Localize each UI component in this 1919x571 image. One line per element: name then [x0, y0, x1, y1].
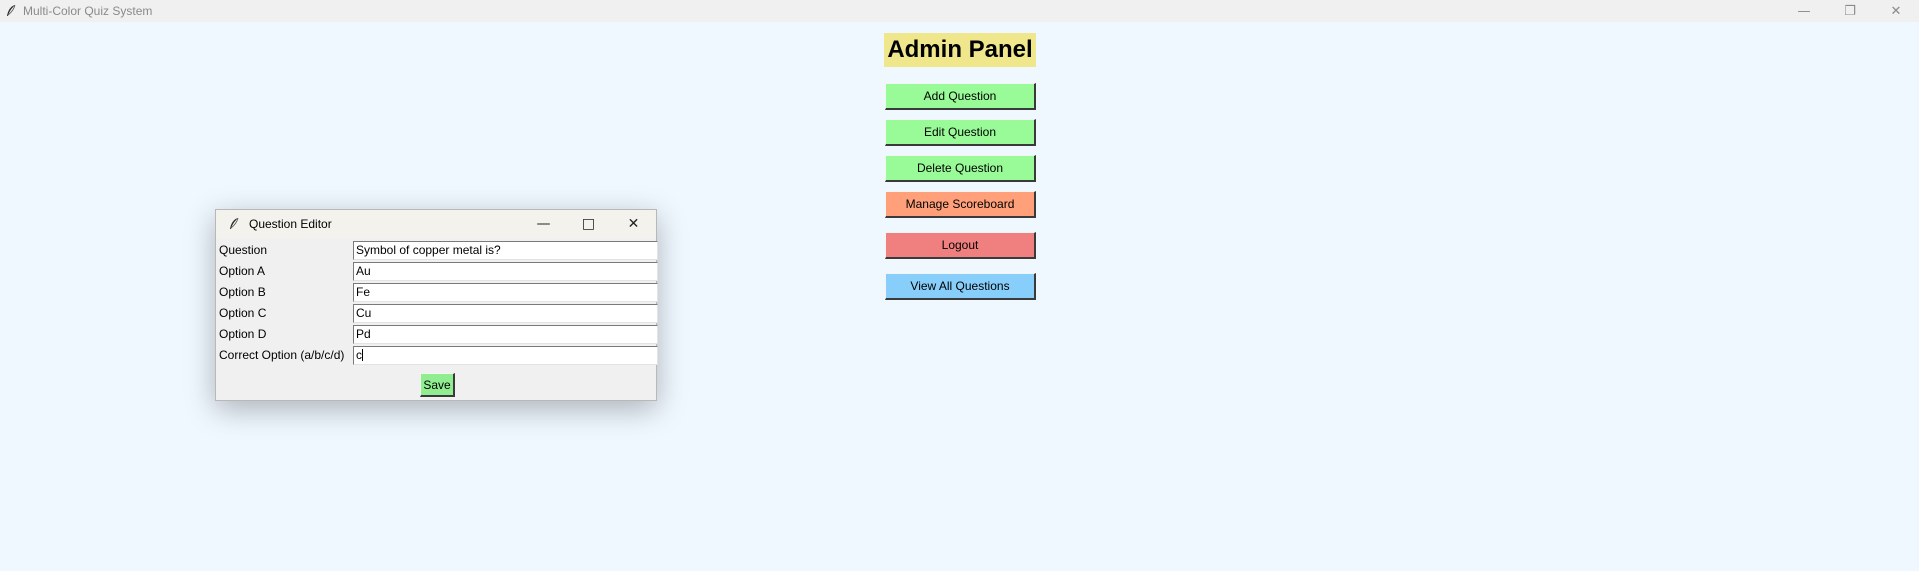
add-question-button[interactable]: Add Question: [885, 83, 1036, 110]
option-d-input[interactable]: Pd: [353, 325, 658, 344]
view-all-questions-button[interactable]: View All Questions: [885, 273, 1036, 300]
text-caret: [362, 349, 363, 361]
manage-scoreboard-button[interactable]: Manage Scoreboard: [885, 191, 1036, 218]
dialog-controls: — □ ✕: [521, 210, 656, 238]
option-a-input[interactable]: Au: [353, 262, 658, 281]
save-button[interactable]: Save: [420, 373, 455, 397]
question-input[interactable]: Symbol of copper metal is?: [353, 241, 658, 260]
dialog-titlebar[interactable]: Question Editor — □ ✕: [216, 210, 656, 238]
dialog-close-button[interactable]: ✕: [611, 210, 656, 238]
option-d-label: Option D: [219, 327, 267, 341]
logout-button[interactable]: Logout: [885, 232, 1036, 259]
option-b-input[interactable]: Fe: [353, 283, 658, 302]
option-c-input[interactable]: Cu: [353, 304, 658, 323]
main-titlebar: Multi-Color Quiz System — ❐ ✕: [0, 0, 1919, 22]
question-editor-dialog: Question Editor — □ ✕ Question Symbol of…: [215, 209, 658, 401]
admin-panel-title: Admin Panel: [884, 33, 1036, 67]
dialog-title: Question Editor: [249, 217, 332, 231]
minimize-button[interactable]: —: [1781, 0, 1827, 22]
dialog-minimize-button[interactable]: —: [521, 210, 566, 238]
correct-option-input[interactable]: c: [353, 346, 658, 365]
feather-icon: [3, 3, 19, 19]
dialog-maximize-button[interactable]: □: [566, 210, 611, 238]
option-c-label: Option C: [219, 306, 267, 320]
window-controls: — ❐ ✕: [1781, 0, 1919, 22]
feather-icon: [226, 216, 242, 232]
window-title: Multi-Color Quiz System: [23, 4, 153, 18]
restore-button[interactable]: ❐: [1827, 0, 1873, 22]
close-button[interactable]: ✕: [1873, 0, 1919, 22]
edit-question-button[interactable]: Edit Question: [885, 119, 1036, 146]
delete-question-button[interactable]: Delete Question: [885, 155, 1036, 182]
option-b-label: Option B: [219, 285, 266, 299]
question-label: Question: [219, 243, 268, 257]
option-a-label: Option A: [219, 264, 266, 278]
correct-option-label: Correct Option (a/b/c/d): [219, 348, 345, 362]
